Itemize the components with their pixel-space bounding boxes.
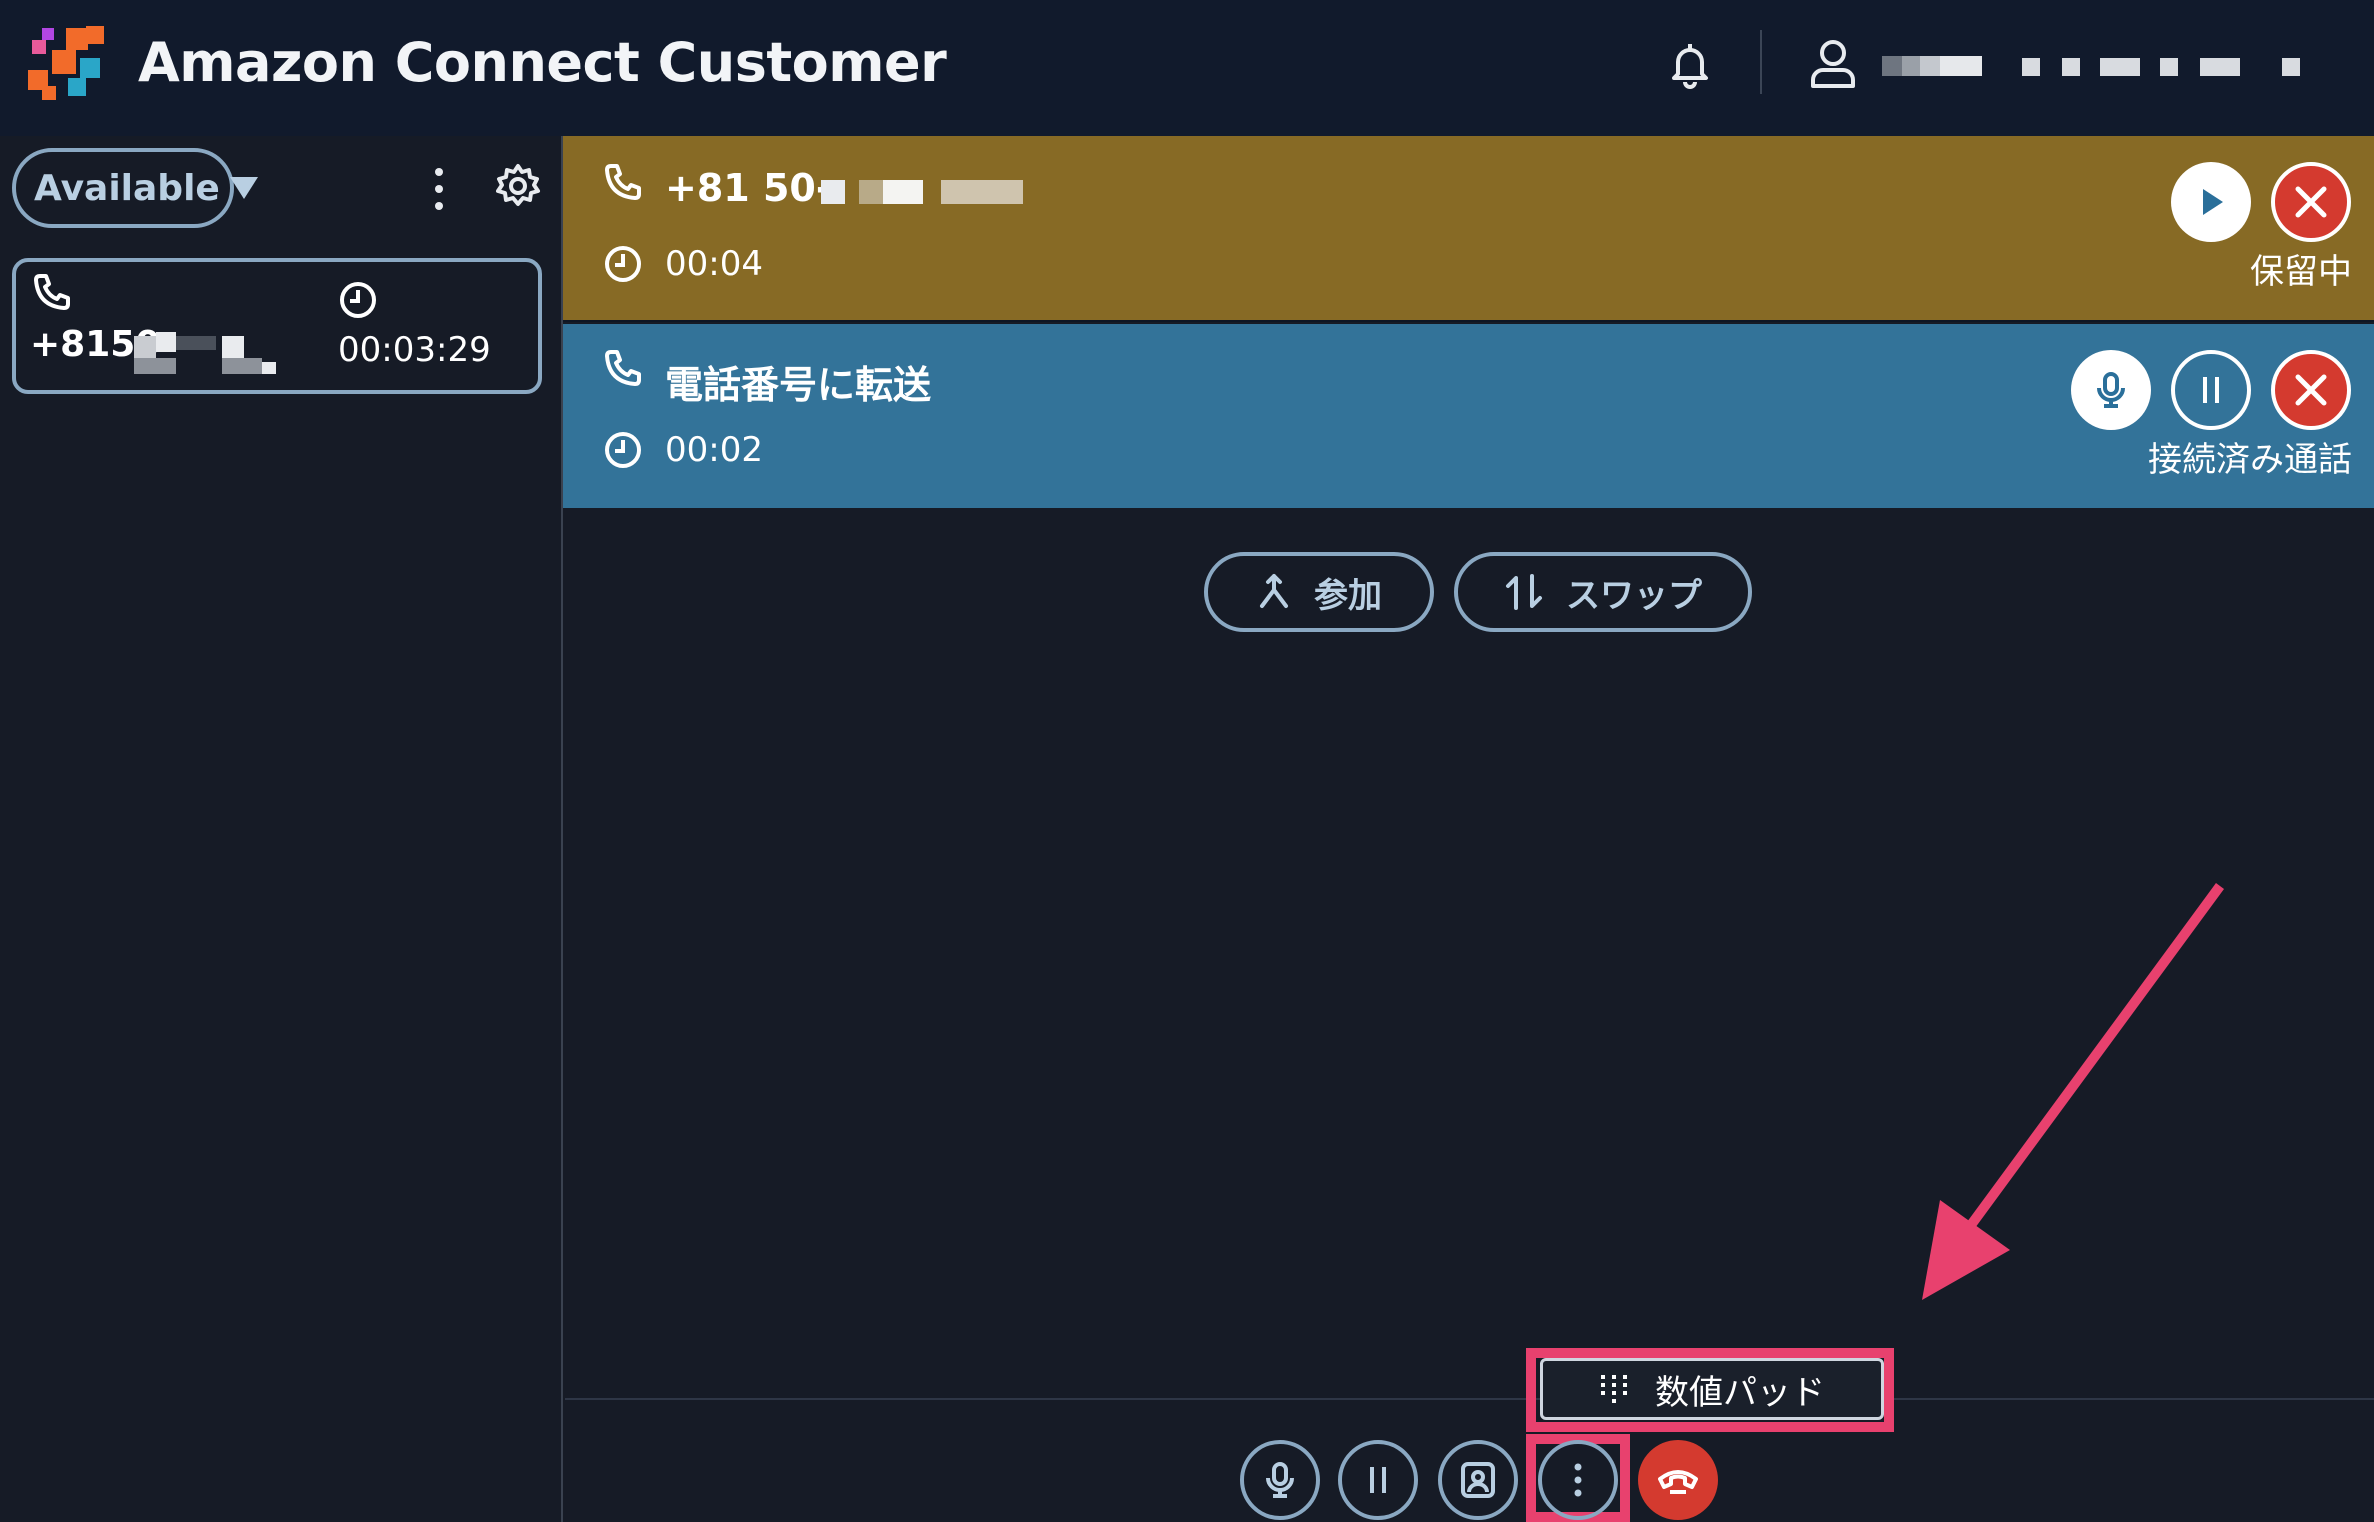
bell-icon[interactable] xyxy=(1664,38,1716,90)
numpad-label: 数値パッド xyxy=(1655,1372,1825,1413)
hold-button[interactable] xyxy=(1338,1440,1418,1520)
microphone-icon xyxy=(1266,1462,1294,1498)
app-title: Amazon Connect Customer xyxy=(138,31,947,94)
mute-button[interactable] xyxy=(2071,350,2151,430)
hang-up-icon xyxy=(1658,1470,1698,1494)
call-banner-connected: 電話番号に転送 00:02 接続済み通話 xyxy=(563,324,2374,508)
more-actions-button[interactable] xyxy=(1538,1440,1618,1520)
clock-icon xyxy=(605,246,641,282)
clock-icon xyxy=(340,282,376,318)
call-status: 接続済み通話 xyxy=(2148,440,2352,480)
clock-icon xyxy=(605,432,641,468)
call-timer: 00:02 xyxy=(665,430,763,470)
sidebar: Available +8150 00:03:29 xyxy=(0,136,563,1522)
play-icon xyxy=(2203,189,2223,215)
phone-icon xyxy=(605,164,641,200)
hang-up-button[interactable] xyxy=(1638,1440,1718,1520)
resume-button[interactable] xyxy=(2171,162,2251,242)
bottom-divider xyxy=(565,1398,2374,1400)
swap-icon xyxy=(1506,574,1542,610)
chevron-down-icon xyxy=(229,177,258,199)
call-banner-on-hold: +81 50- 00:04 保留中 xyxy=(563,136,2374,322)
call-number: +81 50- xyxy=(665,166,832,210)
contact-card[interactable]: +8150 00:03:29 xyxy=(12,258,542,394)
merge-icon xyxy=(1260,574,1288,608)
end-call-button[interactable] xyxy=(2271,162,2351,242)
end-call-button[interactable] xyxy=(2271,350,2351,430)
phone-icon xyxy=(605,350,641,386)
agent-status-dropdown[interactable]: Available xyxy=(12,148,258,228)
header-divider xyxy=(1760,30,1762,94)
join-button[interactable]: 参加 xyxy=(1204,552,1434,632)
hold-button[interactable] xyxy=(2171,350,2251,430)
annotation-arrow xyxy=(1922,883,2225,1300)
pause-icon xyxy=(1370,1467,1386,1493)
contact-timer: 00:03:29 xyxy=(338,330,491,370)
more-options-icon[interactable] xyxy=(424,164,454,214)
join-label: 参加 xyxy=(1314,575,1382,616)
pause-icon xyxy=(2203,377,2219,403)
close-icon xyxy=(2295,186,2327,218)
dialpad-icon xyxy=(1601,1375,1627,1403)
mute-button[interactable] xyxy=(1240,1440,1320,1520)
agent-status-label: Available xyxy=(34,167,220,209)
top-header: Amazon Connect Customer xyxy=(0,0,2374,136)
call-status: 保留中 xyxy=(2250,252,2352,292)
more-options-icon xyxy=(1574,1463,1582,1497)
logo-icon xyxy=(28,26,104,100)
quick-connect-button[interactable] xyxy=(1438,1440,1518,1520)
user-icon[interactable] xyxy=(1806,36,1860,90)
gear-icon[interactable] xyxy=(494,162,542,210)
close-icon xyxy=(2295,374,2327,406)
phone-icon xyxy=(34,274,70,310)
contact-book-icon xyxy=(1461,1462,1495,1498)
call-title: 電話番号に転送 xyxy=(665,363,932,407)
swap-label: スワップ xyxy=(1566,575,1702,616)
call-timer: 00:04 xyxy=(665,244,763,284)
numpad-menu-item[interactable]: 数値パッド xyxy=(1540,1358,1884,1420)
microphone-icon xyxy=(2097,372,2125,408)
swap-button[interactable]: スワップ xyxy=(1454,552,1752,632)
